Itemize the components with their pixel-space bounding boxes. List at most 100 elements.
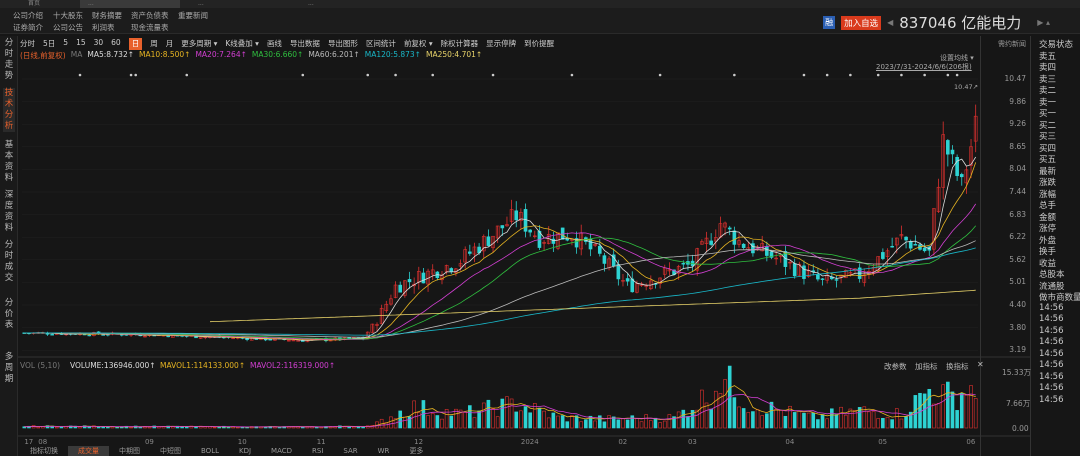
price-tick: 8.04 (1009, 164, 1026, 174)
volume-bar (352, 426, 356, 429)
indicator-tab[interactable]: WR (368, 446, 400, 456)
event-marker (570, 73, 574, 77)
volume-bar (551, 412, 556, 429)
indicator-tab[interactable]: KDJ (229, 446, 261, 456)
volume-bar (783, 415, 788, 429)
indicator-tab[interactable]: 中期图 (109, 446, 150, 456)
volume-bar (936, 403, 941, 429)
volume-bar (723, 379, 727, 429)
volume-bar (514, 411, 519, 429)
indicator-tab[interactable]: 成交量 (68, 446, 109, 456)
volume-bar (570, 415, 574, 429)
ma5-line (24, 156, 977, 341)
candle (588, 238, 593, 250)
event-marker (491, 73, 495, 77)
candle (765, 246, 769, 256)
volume-bar (523, 406, 528, 429)
quote-field: 卖五 (1039, 51, 1057, 62)
volume-bar (449, 415, 454, 429)
mavol2-value: MAVOL2:116319.000↑ (250, 361, 336, 370)
volume-bar (472, 417, 477, 429)
month-label: 10 (238, 438, 247, 446)
edit-params-button[interactable]: 改参数 (884, 361, 907, 372)
volume-bar (491, 408, 495, 429)
volume-bar (755, 409, 760, 429)
vol-axis-zero: 0.00 (1012, 424, 1029, 433)
candle (87, 334, 92, 337)
volume-bar (700, 389, 704, 429)
quote-field: 外盘 (1039, 235, 1057, 246)
volume-bar (463, 412, 468, 429)
candle (407, 279, 412, 283)
candle (802, 265, 806, 279)
price-tick: 9.86 (1009, 96, 1026, 106)
candle (820, 278, 825, 280)
price-tick: 5.01 (1009, 277, 1026, 287)
volume-bar (556, 415, 560, 429)
volume-bar (871, 411, 876, 429)
candle (881, 252, 885, 259)
candle (913, 244, 918, 246)
volume-bar (964, 394, 969, 429)
volume-bar (792, 412, 797, 429)
month-label: 04 (785, 438, 794, 446)
volume-bar (101, 426, 106, 429)
volume-bar (625, 419, 630, 429)
mavol1-value: MAVOL1:114133.000↑ (160, 361, 246, 370)
volume-bar (542, 410, 546, 429)
volume-bar (574, 415, 579, 429)
ma10-line (24, 162, 977, 341)
indicator-tab[interactable]: BOLL (191, 446, 229, 456)
volume-bar (969, 385, 973, 429)
candle (500, 225, 505, 229)
quote-field: 金额 (1039, 212, 1057, 223)
volume-bar (403, 416, 407, 429)
volume-bar (718, 393, 723, 429)
volume-bar (769, 401, 774, 429)
volume-bar (180, 426, 184, 429)
volume-bar (802, 412, 806, 429)
price-tick: 6.22 (1009, 232, 1026, 242)
add-indicator-button[interactable]: 加指标 (915, 361, 938, 372)
volume-bar (96, 426, 101, 429)
ma250-line (209, 289, 976, 323)
volume-value: VOLUME:136946.000↑ (70, 361, 156, 370)
volume-bar (681, 409, 686, 429)
switch-indicator-button[interactable]: 换指标 (946, 361, 969, 372)
ma20-line (24, 203, 977, 340)
event-marker (78, 73, 82, 77)
indicator-tab[interactable]: 指标切换 (20, 446, 68, 456)
date-range[interactable]: 2023/7/31-2024/6/6(206根) (876, 62, 972, 72)
volume-bar (751, 411, 755, 429)
indicator-tab[interactable]: RSI (302, 446, 333, 456)
price-tick: 6.83 (1009, 209, 1026, 219)
volume-bar (78, 426, 82, 429)
volume-bar (435, 415, 440, 429)
indicator-tab[interactable]: 更多 (399, 446, 433, 456)
volume-bar (797, 410, 802, 429)
volume-bar (440, 418, 444, 429)
volume-bar (695, 409, 700, 429)
quote-field: 涨停 (1039, 224, 1057, 234)
candle (245, 338, 249, 340)
contract-news[interactable]: 需约新闻 (998, 39, 1026, 49)
price-axis: 需约新闻 10.47 9.86 9.26 8.65 8.04 7.44 6.83 6.22 5.… (980, 36, 1030, 456)
indicator-tab[interactable]: MACD (261, 446, 302, 456)
indicator-tab[interactable]: 中短图 (150, 446, 191, 456)
volume-bar (454, 408, 458, 429)
candle (955, 156, 959, 176)
volume-bar (867, 411, 871, 429)
price-tick: 4.40 (1009, 300, 1026, 309)
close-icon[interactable]: ✕ (977, 360, 984, 369)
event-marker (849, 73, 852, 77)
volume-bar (667, 414, 672, 429)
volume-bar (927, 388, 932, 429)
event-marker (946, 73, 950, 77)
volume-bar (774, 408, 778, 429)
indicator-tab[interactable]: SAR (333, 446, 367, 456)
quote-field: 卖二 (1039, 86, 1057, 96)
volume-bar (602, 421, 607, 429)
volume-bar (765, 413, 769, 429)
volume-bar (389, 416, 393, 429)
volume-bar (737, 406, 741, 429)
